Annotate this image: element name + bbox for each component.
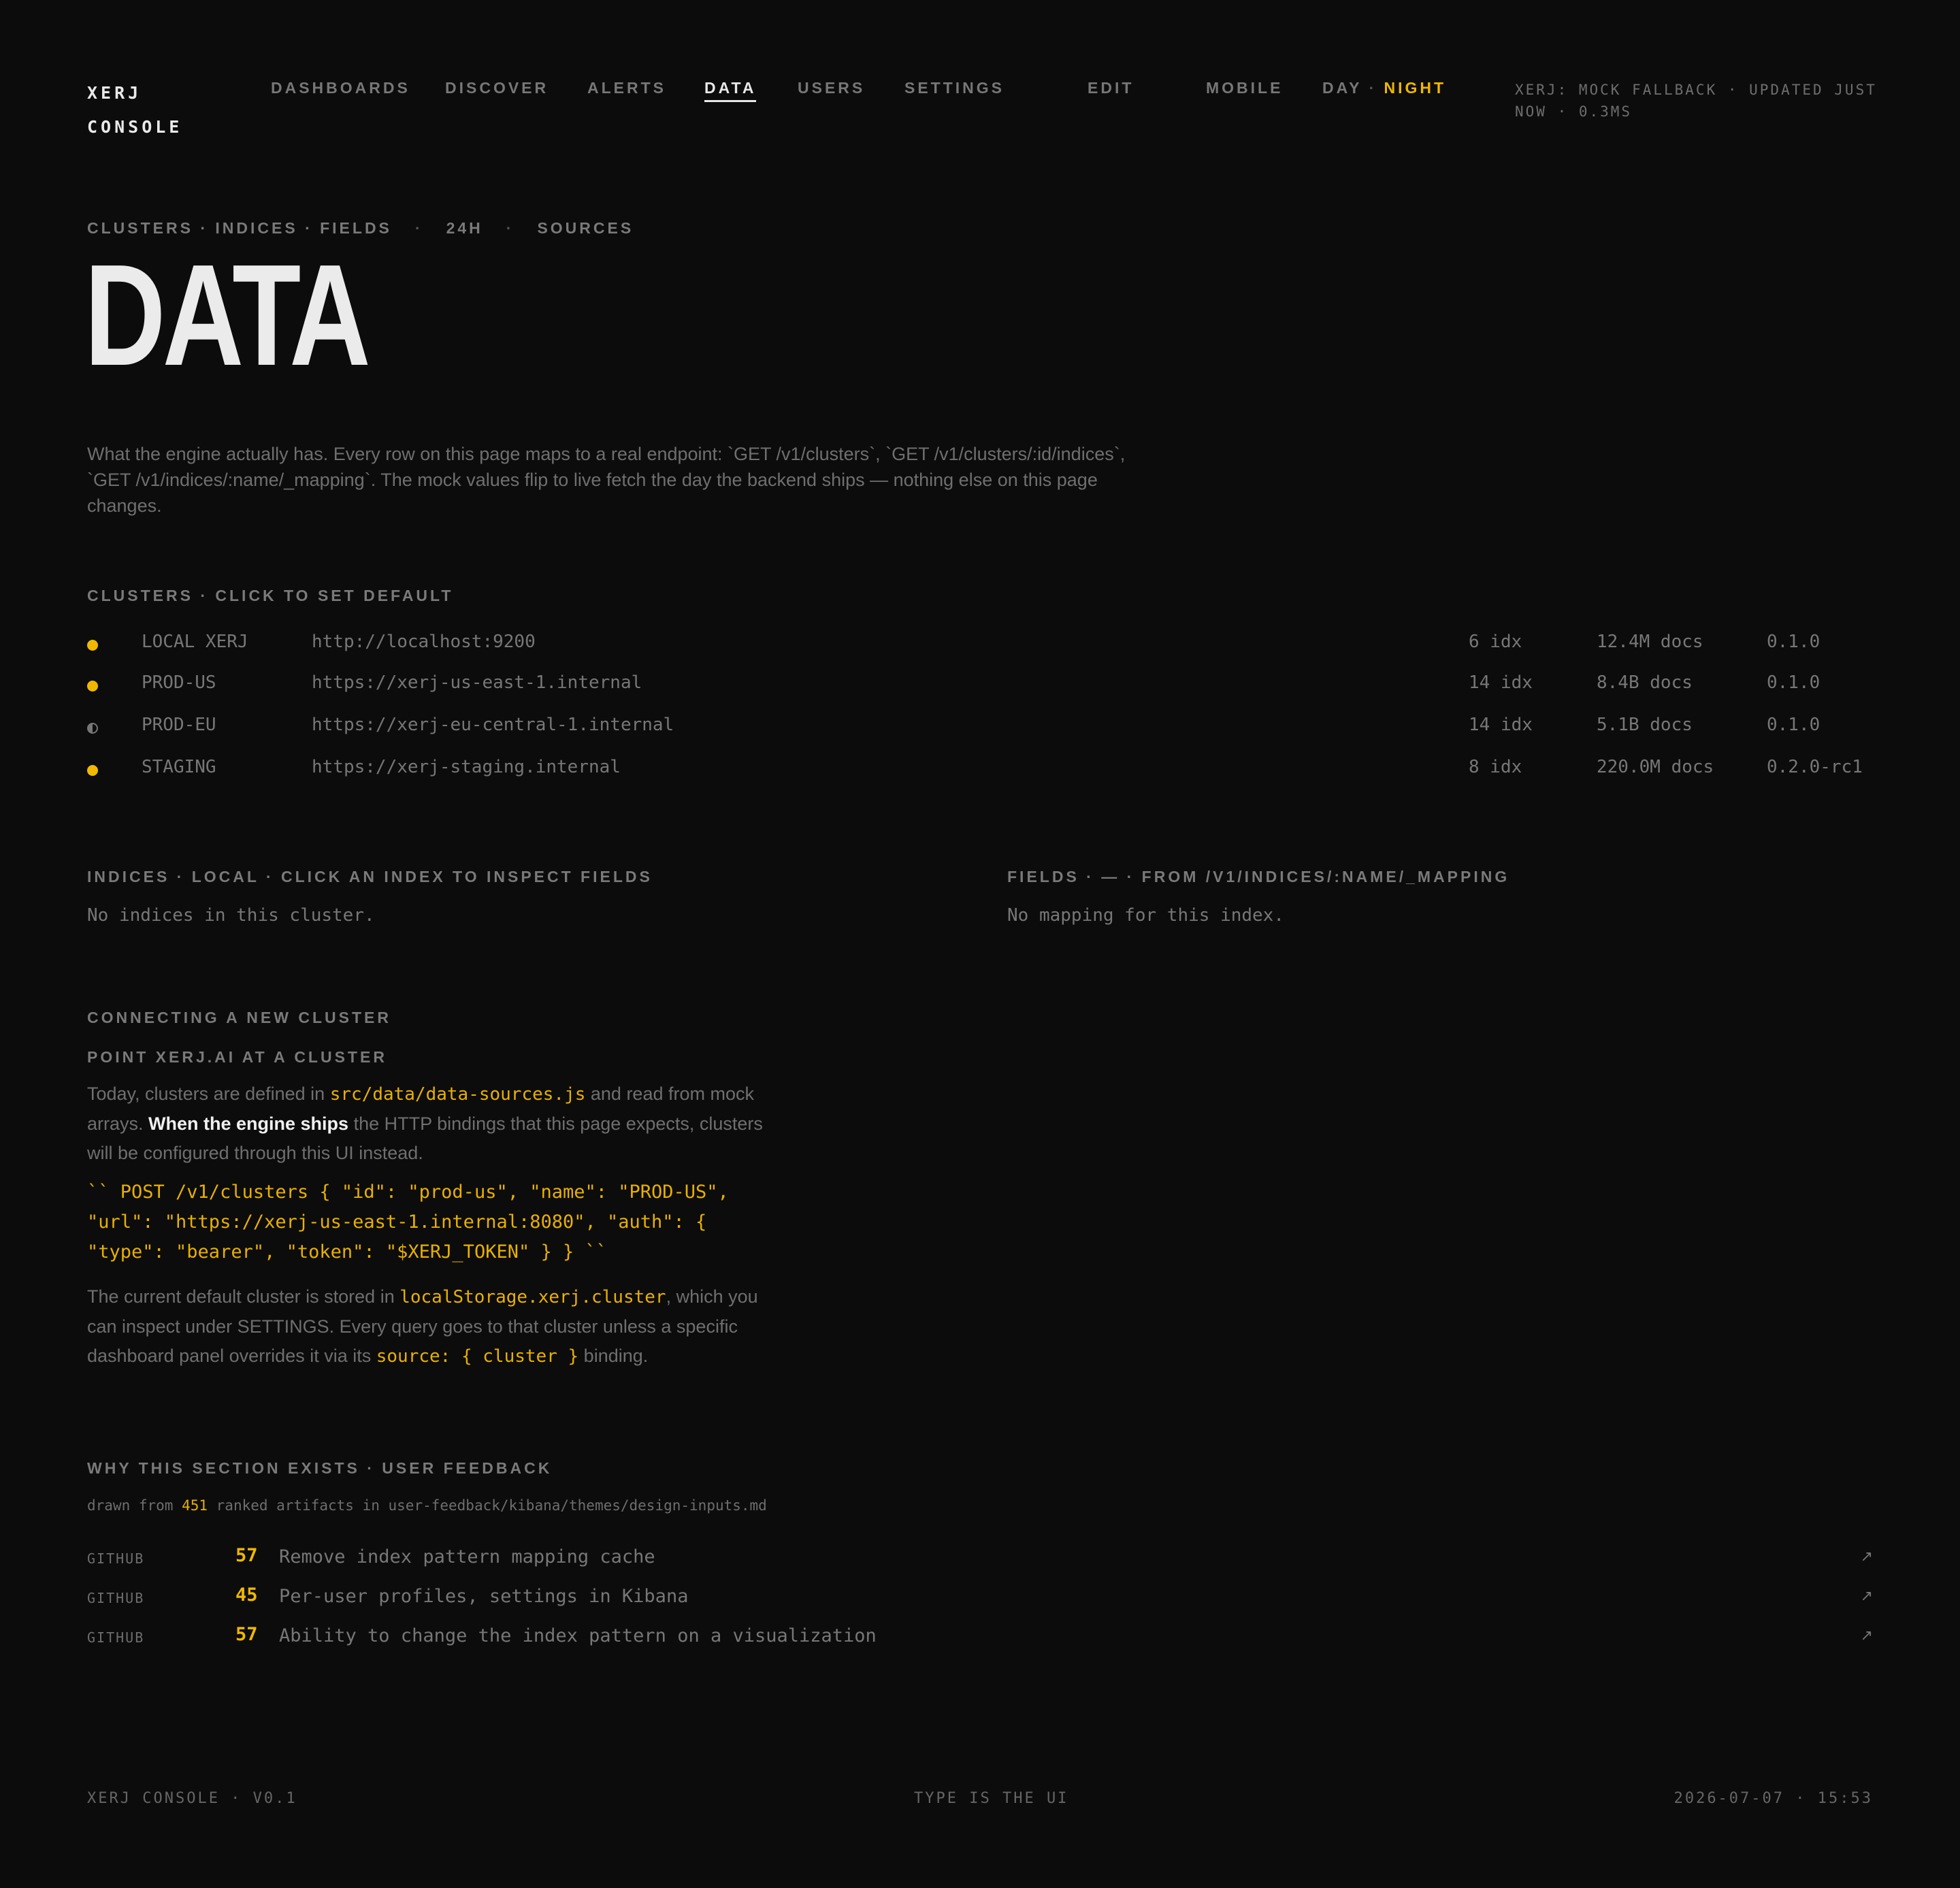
- cluster-indices: 14 idx: [1469, 672, 1533, 693]
- feedback-source: GITHUB: [87, 1629, 145, 1646]
- feedback-score: 45: [235, 1584, 258, 1606]
- cluster-url: https://xerj-us-east-1.internal: [312, 672, 642, 693]
- emphasis: When the engine ships: [148, 1113, 349, 1134]
- feedback-title: Remove index pattern mapping cache: [279, 1546, 655, 1567]
- feedback-label: WHY THIS SECTION EXISTS · USER FEEDBACK: [87, 1459, 553, 1477]
- fields-label: FIELDS · — · FROM /V1/INDICES/:NAME/_MAP…: [1007, 868, 1510, 885]
- cluster-row[interactable]: PROD-US https://xerj-us-east-1.internal …: [87, 672, 1897, 700]
- feedback-score: 57: [235, 1624, 258, 1645]
- theme-day[interactable]: DAY: [1322, 79, 1362, 97]
- cluster-version: 0.1.0: [1767, 715, 1820, 735]
- crumb-range: 24H: [446, 219, 483, 237]
- fields-empty: No mapping for this index.: [1007, 905, 1284, 926]
- status-dot-icon: [87, 640, 98, 651]
- cluster-url: https://xerj-eu-central-1.internal: [312, 715, 674, 735]
- theme-toggle[interactable]: DAY · NIGHT: [1322, 79, 1446, 97]
- cluster-version: 0.1.0: [1767, 672, 1820, 693]
- indices-empty: No indices in this cluster.: [87, 905, 375, 926]
- page-intro: What the engine actually has. Every row …: [87, 444, 1126, 516]
- nav-settings[interactable]: SETTINGS: [904, 79, 1004, 97]
- external-link-icon[interactable]: ↗: [1861, 1548, 1873, 1565]
- cluster-docs: 220.0M docs: [1597, 757, 1714, 777]
- status-dot-icon: [87, 765, 98, 776]
- theme-separator: ·: [1369, 79, 1377, 97]
- cluster-version: 0.1.0: [1767, 632, 1820, 652]
- edit-button[interactable]: EDIT: [1088, 79, 1134, 97]
- clusters-label: CLUSTERS · CLICK TO SET DEFAULT: [87, 587, 454, 604]
- crumb-separator: ·: [414, 219, 423, 237]
- text: drawn from: [87, 1497, 182, 1514]
- cluster-name: STAGING: [142, 757, 216, 777]
- cluster-row[interactable]: PROD-EU https://xerj-eu-central-1.intern…: [87, 715, 1897, 742]
- page-title: DATA: [84, 234, 371, 395]
- cluster-name: LOCAL XERJ: [142, 632, 248, 652]
- nav-dashboards[interactable]: DASHBOARDS: [271, 79, 410, 97]
- cluster-name: PROD-US: [142, 672, 216, 693]
- crumb-sources: SOURCES: [537, 219, 634, 237]
- text: binding.: [578, 1346, 649, 1366]
- half-circle-status-icon: [87, 723, 98, 734]
- cluster-row[interactable]: LOCAL XERJ http://localhost:9200 6 idx 1…: [87, 632, 1897, 659]
- brand-line-1: XERJ: [87, 83, 142, 103]
- inline-code: src/data/data-sources.js: [329, 1084, 586, 1105]
- inline-code: source: { cluster }: [376, 1346, 579, 1367]
- text: ranked artifacts in user-feedback/kibana…: [208, 1497, 767, 1514]
- indices-label: INDICES · LOCAL · CLICK AN INDEX TO INSP…: [87, 868, 653, 885]
- cluster-name: PROD-EU: [142, 715, 216, 735]
- nav-users[interactable]: USERS: [798, 79, 865, 97]
- code-block: `` POST /v1/clusters { "id": "prod-us", …: [87, 1182, 729, 1263]
- cluster-version: 0.2.0-rc1: [1767, 757, 1863, 777]
- brand-line-2: CONSOLE: [87, 117, 183, 137]
- cluster-url: http://localhost:9200: [312, 632, 536, 652]
- feedback-row[interactable]: GITHUB 45 Per-user profiles, settings in…: [87, 1584, 1873, 1612]
- feedback-title: Ability to change the index pattern on a…: [279, 1625, 877, 1646]
- artifact-count: 451: [182, 1497, 208, 1514]
- cluster-indices: 8 idx: [1469, 757, 1522, 777]
- text: The current default cluster is stored in: [87, 1286, 400, 1307]
- cluster-indices: 14 idx: [1469, 715, 1533, 735]
- cluster-docs: 12.4M docs: [1597, 632, 1703, 652]
- connect-paragraph-2: The current default cluster is stored in…: [87, 1282, 768, 1371]
- cluster-indices: 6 idx: [1469, 632, 1522, 652]
- inline-code: localStorage.xerj.cluster: [399, 1287, 666, 1307]
- connect-sublabel: POINT XERJ.AI AT A CLUSTER: [87, 1048, 387, 1066]
- cluster-row[interactable]: STAGING https://xerj-staging.internal 8 …: [87, 757, 1897, 784]
- brand-logo[interactable]: XERJ CONSOLE: [87, 76, 182, 144]
- text: Today, clusters are defined in: [87, 1084, 330, 1104]
- footer-timestamp: 2026-07-07 · 15:53: [1673, 1790, 1873, 1807]
- nav-alerts[interactable]: ALERTS: [587, 79, 666, 97]
- feedback-title: Per-user profiles, settings in Kibana: [279, 1586, 689, 1607]
- external-link-icon[interactable]: ↗: [1861, 1627, 1873, 1644]
- cluster-docs: 8.4B docs: [1597, 672, 1693, 693]
- crumb-separator: ·: [506, 219, 514, 237]
- nav-data[interactable]: DATA: [704, 79, 757, 102]
- connect-label: CONNECTING A NEW CLUSTER: [87, 1009, 391, 1026]
- feedback-source: GITHUB: [87, 1550, 145, 1567]
- feedback-source-note: drawn from 451 ranked artifacts in user-…: [87, 1497, 767, 1514]
- connect-paragraph-1: Today, clusters are defined in src/data/…: [87, 1079, 768, 1168]
- engine-status: XERJ: MOCK FALLBACK · UPDATED JUST NOW ·…: [1515, 82, 1877, 120]
- status-dot-icon: [87, 681, 98, 691]
- mobile-button[interactable]: MOBILE: [1206, 79, 1283, 97]
- feedback-source: GITHUB: [87, 1590, 145, 1606]
- footer-version: XERJ CONSOLE · V0.1: [87, 1790, 297, 1807]
- cluster-url: https://xerj-staging.internal: [312, 757, 621, 777]
- feedback-row[interactable]: GITHUB 57 Remove index pattern mapping c…: [87, 1545, 1873, 1572]
- cluster-docs: 5.1B docs: [1597, 715, 1693, 735]
- feedback-score: 57: [235, 1545, 258, 1566]
- external-link-icon[interactable]: ↗: [1861, 1587, 1873, 1605]
- theme-night[interactable]: NIGHT: [1384, 79, 1447, 97]
- feedback-row[interactable]: GITHUB 57 Ability to change the index pa…: [87, 1624, 1873, 1651]
- nav-discover[interactable]: DISCOVER: [445, 79, 549, 97]
- footer-tagline: TYPE IS THE UI: [914, 1790, 1069, 1807]
